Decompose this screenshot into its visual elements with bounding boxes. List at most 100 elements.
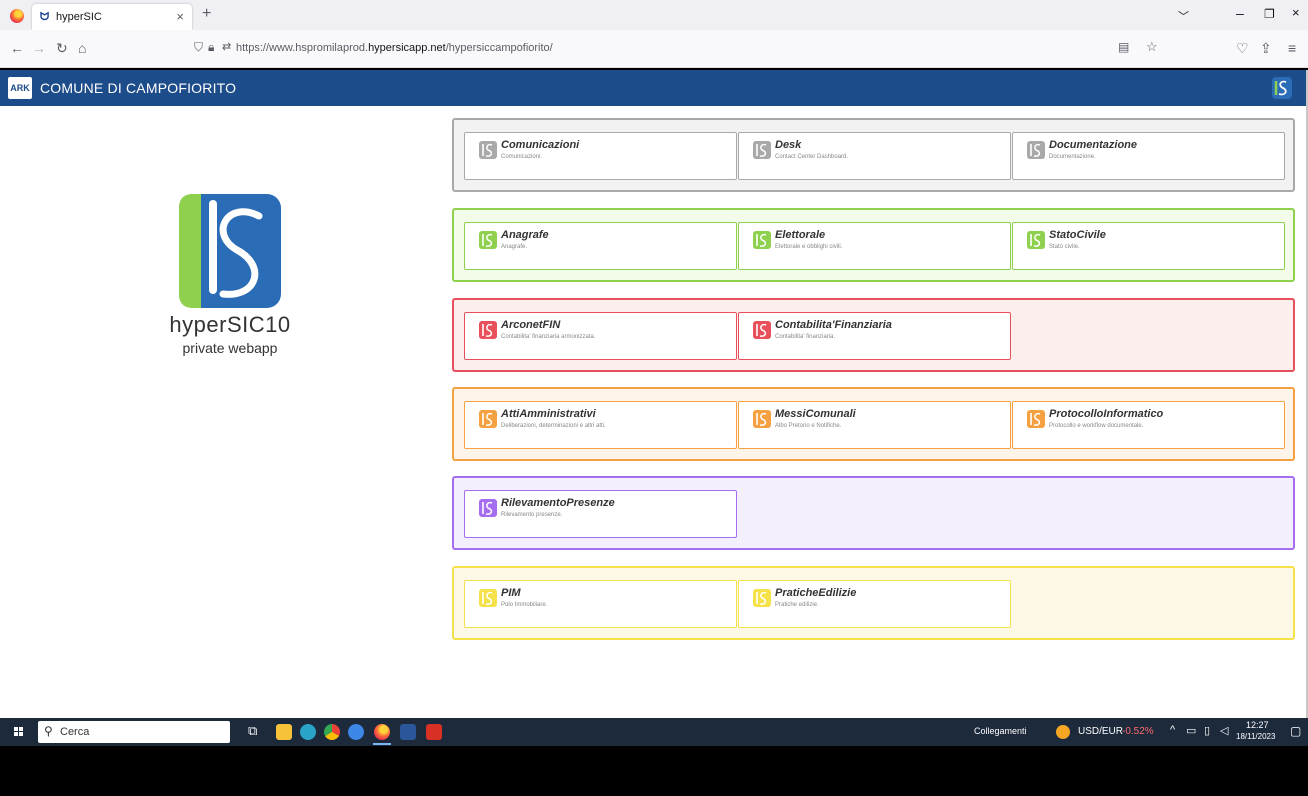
browser-tab[interactable]: ᗢ hyperSIC × xyxy=(32,4,192,30)
shield-icon[interactable]: ⛉ xyxy=(194,40,203,55)
battery-icon[interactable]: ▯ xyxy=(1204,724,1210,737)
firefox-icon[interactable] xyxy=(10,9,24,23)
module-description: Elettorale e obblighi civili. xyxy=(775,244,843,250)
home-icon[interactable]: ⌂ xyxy=(78,40,86,56)
hypersic-logo xyxy=(179,194,281,308)
module-icon xyxy=(479,410,497,428)
word-icon[interactable] xyxy=(400,724,416,740)
windows-start-icon[interactable] xyxy=(14,727,24,737)
main-content: hyperSIC10 private webapp Comunicazioni C… xyxy=(0,106,1306,718)
forward-icon[interactable]: → xyxy=(32,40,46,56)
module-name: StatoCivile xyxy=(1049,229,1106,241)
module-icon xyxy=(1027,141,1045,159)
bookmark-star-icon[interactable]: ☆ xyxy=(1146,39,1158,55)
module-name: AttiAmministrativi xyxy=(501,408,596,420)
module-icon xyxy=(479,321,497,339)
module-group: Comunicazioni Comunicazioni. Desk Contact C… xyxy=(452,118,1295,192)
module-card[interactable]: Contabilita'Finanziaria Contabilita' fina… xyxy=(738,312,1011,360)
extensions-icon[interactable]: ⇪ xyxy=(1260,40,1272,57)
module-description: Polo Immobiliare. xyxy=(501,602,548,608)
module-card[interactable]: MessiComunali Albo Pretorio e Notifiche. xyxy=(738,401,1011,449)
menu-icon[interactable]: ≡ xyxy=(1288,40,1296,56)
module-icon xyxy=(753,141,771,159)
module-name: Contabilita'Finanziaria xyxy=(775,319,892,331)
url-bar[interactable]: ⛉ 🔒︎ ⇄ https://www.hspromilaprod.hypersi… xyxy=(186,36,1196,62)
restore-icon[interactable]: ❐ xyxy=(1264,7,1275,21)
module-card[interactable]: ArconetFIN Contabilita' finanziaria armon… xyxy=(464,312,737,360)
reader-view-icon[interactable]: ▤ xyxy=(1118,40,1129,54)
module-card[interactable]: Elettorale Elettorale e obblighi civili. xyxy=(738,222,1011,270)
clock-date[interactable]: 18/11/2023 xyxy=(1236,732,1275,741)
module-group: PIM Polo Immobiliare. PraticheEdilizie Prat… xyxy=(452,566,1295,640)
firefox-taskbar-icon[interactable] xyxy=(374,724,390,740)
tab-list-chevron-icon[interactable]: ﹀ xyxy=(1178,8,1189,24)
clock-time[interactable]: 12:27 xyxy=(1246,720,1269,730)
edge-icon[interactable] xyxy=(300,724,316,740)
module-description: Protocollo e workflow documentale. xyxy=(1049,423,1144,429)
module-name: Comunicazioni xyxy=(501,139,580,151)
module-card[interactable]: RilevamentoPresenze Rilevamento presenze. xyxy=(464,490,737,538)
module-card[interactable]: StatoCivile Stato civile. xyxy=(1012,222,1285,270)
tab-title: hyperSIC xyxy=(56,11,102,23)
links-label[interactable]: Collegamenti xyxy=(974,726,1027,736)
module-icon xyxy=(1027,231,1045,249)
module-icon xyxy=(753,589,771,607)
module-card[interactable]: PraticheEdilizie Pratiche edilizie. xyxy=(738,580,1011,628)
volume-icon[interactable]: ◁ xyxy=(1220,724,1228,737)
module-name: Desk xyxy=(775,139,802,151)
search-icon: ⚲ xyxy=(44,724,53,738)
file-explorer-icon[interactable] xyxy=(276,724,292,740)
module-card[interactable]: AttiAmministrativi Deliberazioni, determi… xyxy=(464,401,737,449)
module-name: MessiComunali xyxy=(775,408,856,420)
notifications-icon[interactable]: ▢ xyxy=(1290,724,1301,738)
close-window-icon[interactable]: × xyxy=(1292,5,1300,20)
minimize-icon[interactable]: – xyxy=(1236,5,1244,21)
task-view-icon[interactable]: ⧉ xyxy=(248,723,264,739)
module-group: ArconetFIN Contabilita' finanziaria armon… xyxy=(452,298,1295,372)
screen: ᗢ hyperSIC × + ﹀ – ❐ × ← → ↻ ⌂ ⛉ 🔒︎ ⇄ ht… xyxy=(0,0,1308,796)
ticker-icon[interactable] xyxy=(1056,725,1070,739)
network-icon[interactable]: ▭ xyxy=(1186,724,1196,737)
module-card[interactable]: Comunicazioni Comunicazioni. xyxy=(464,132,737,180)
module-icon xyxy=(479,141,497,159)
module-card[interactable]: Anagrafe Anagrafe. xyxy=(464,222,737,270)
module-group: Anagrafe Anagrafe. Elettorale Elettorale e … xyxy=(452,208,1295,282)
tab-close-icon[interactable]: × xyxy=(176,9,184,24)
tray-chevron-icon[interactable]: ^ xyxy=(1170,724,1175,736)
chrome-icon[interactable] xyxy=(324,724,340,740)
module-name: Anagrafe xyxy=(501,229,549,241)
pocket-icon[interactable]: ♡ xyxy=(1236,40,1249,57)
taskbar-search-input[interactable]: ⚲ Cerca xyxy=(38,721,230,743)
module-icon xyxy=(753,231,771,249)
module-card[interactable]: Documentazione Documentazione. xyxy=(1012,132,1285,180)
thunderbird-icon[interactable] xyxy=(348,724,364,740)
module-description: Contabilita' finanziaria. xyxy=(775,334,836,340)
ark-logo[interactable]: ARK xyxy=(8,77,32,99)
hypersic-icon[interactable] xyxy=(1272,77,1292,99)
back-icon[interactable]: ← xyxy=(10,40,24,56)
module-card[interactable]: Desk Contact Center Dashboard. xyxy=(738,132,1011,180)
acrobat-icon[interactable] xyxy=(426,724,442,740)
module-description: Deliberazioni, determinazioni e altri at… xyxy=(501,423,606,429)
module-name: RilevamentoPresenze xyxy=(501,497,615,509)
reload-icon[interactable]: ↻ xyxy=(56,40,68,57)
search-placeholder: Cerca xyxy=(60,726,90,738)
ticker-pair[interactable]: USD/EUR xyxy=(1078,726,1123,737)
module-card[interactable]: PIM Polo Immobiliare. xyxy=(464,580,737,628)
module-name: ProtocolloInformatico xyxy=(1049,408,1164,420)
module-description: Anagrafe. xyxy=(501,244,528,250)
permissions-icon[interactable]: ⇄ xyxy=(222,40,231,53)
url-prefix: https://www.hspromilaprod. xyxy=(236,42,369,54)
module-group: AttiAmministrativi Deliberazioni, determi… xyxy=(452,387,1295,461)
url-text[interactable]: https://www.hspromilaprod.hypersicapp.ne… xyxy=(236,42,553,54)
module-name: PraticheEdilizie xyxy=(775,587,857,599)
lock-icon[interactable]: 🔒︎ xyxy=(208,40,214,55)
module-card[interactable]: ProtocolloInformatico Protocollo e workfl… xyxy=(1012,401,1285,449)
tab-favicon-icon: ᗢ xyxy=(40,11,50,23)
url-path: /hypersiccampofiorito/ xyxy=(445,42,553,54)
new-tab-button[interactable]: + xyxy=(202,5,211,23)
brand-name: hyperSIC10 xyxy=(169,312,291,337)
url-domain: hypersicapp.net xyxy=(368,42,446,54)
module-icon xyxy=(479,589,497,607)
browser-nav-bar: ← → ↻ ⌂ ⛉ 🔒︎ ⇄ https://www.hspromilaprod… xyxy=(0,30,1308,68)
